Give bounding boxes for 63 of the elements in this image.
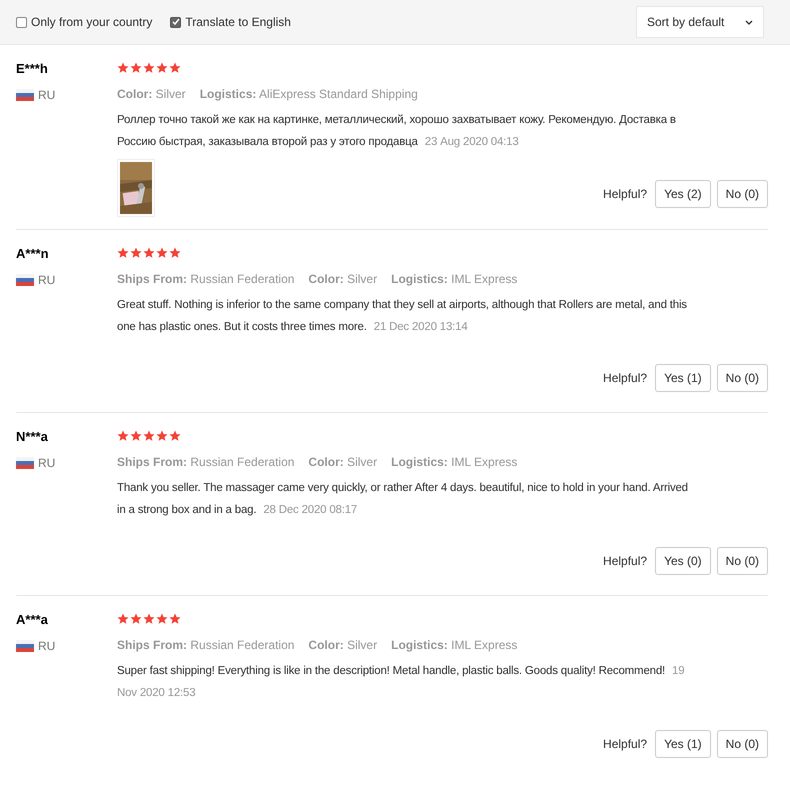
product-attribute: Color: Silver bbox=[117, 87, 186, 101]
star-icon bbox=[130, 247, 142, 259]
product-attribute: Logistics: AliExpress Standard Shipping bbox=[200, 87, 418, 101]
product-attribute: Logistics: IML Express bbox=[391, 455, 518, 469]
review-text: Super fast shipping! Everything is like in the description! Metal handle, plastic balls. Goods quality! Recommend! 19 Nov 2020 12:53 bbox=[117, 664, 686, 701]
star-icon bbox=[130, 613, 142, 625]
product-attribute: Logistics: IML Express bbox=[391, 272, 518, 286]
star-icon bbox=[169, 247, 181, 259]
yes-button[interactable]: Yes (1) bbox=[655, 364, 711, 392]
helpful-label: Helpful? bbox=[603, 371, 648, 385]
reviewer-name: N***a bbox=[16, 429, 49, 444]
yes-button[interactable]: Yes (0) bbox=[655, 547, 711, 575]
review-text: Thank you seller. The massager came very quickly, or rather After 4 days. beautiful, nice to hold in your hand. Arrived in a strong box and in a bag. 28 Dec 2020 08:17 bbox=[117, 481, 689, 518]
yes-button[interactable]: Yes (2) bbox=[655, 180, 711, 208]
product-attribute: Ships From: Russian Federation bbox=[117, 272, 294, 286]
yes-button[interactable]: Yes (1) bbox=[655, 730, 711, 758]
star-icon bbox=[117, 430, 129, 442]
star-icon bbox=[156, 247, 168, 259]
russia-flag-icon bbox=[16, 89, 34, 101]
review-text: Great stuff. Nothing is inferior to the same company that they sell at airports, although that Rollers are metal, and this one has plastic ones. But it costs three times more. 21 Dec 2020 13:14 bbox=[117, 298, 688, 335]
product-attribute: Ships From: Russian Federation bbox=[117, 455, 294, 469]
star-icon bbox=[143, 247, 155, 259]
product-attribute: Ships From: Russian Federation bbox=[117, 638, 294, 652]
star-icon bbox=[117, 247, 129, 259]
reviewer-name: A***n bbox=[16, 246, 50, 261]
russia-flag-icon bbox=[16, 457, 34, 469]
country-code: RU bbox=[38, 456, 56, 470]
star-icon bbox=[143, 430, 155, 442]
chevron-down-icon bbox=[745, 20, 753, 24]
product-attribute: Logistics: IML Express bbox=[391, 638, 518, 652]
no-button[interactable]: No (0) bbox=[716, 364, 768, 392]
no-button[interactable]: No (0) bbox=[716, 180, 768, 208]
star-icon bbox=[117, 62, 129, 74]
product-attribute: Color: Silver bbox=[308, 638, 378, 652]
star-icon bbox=[156, 430, 168, 442]
checkbox-icon[interactable] bbox=[170, 16, 182, 28]
product-attribute: Color: Silver bbox=[308, 455, 378, 469]
review-text: Роллер точно такой же как на картинке, металлический, хорошо захватывает кожу. Рекомендую. Доставка в Россию быстрая, заказывала второй раз у этого продавца 23 Aug 2020 04:13 bbox=[117, 113, 677, 150]
product-attribute: Color: Silver bbox=[308, 272, 378, 286]
star-icon bbox=[130, 430, 142, 442]
star-icon bbox=[130, 62, 142, 74]
country-code: RU bbox=[38, 639, 56, 653]
russia-flag-icon bbox=[16, 640, 34, 652]
star-icon bbox=[143, 613, 155, 625]
star-icon bbox=[143, 62, 155, 74]
russia-flag-icon bbox=[16, 274, 34, 286]
checkbox-icon[interactable] bbox=[16, 16, 27, 28]
star-icon bbox=[169, 430, 181, 442]
star-icon bbox=[156, 613, 168, 625]
helpful-label: Helpful? bbox=[603, 737, 648, 751]
star-icon bbox=[169, 62, 181, 74]
no-button[interactable]: No (0) bbox=[716, 547, 768, 575]
reviewer-name: A***a bbox=[16, 612, 49, 627]
country-code: RU bbox=[38, 88, 56, 102]
helpful-label: Helpful? bbox=[603, 187, 648, 201]
star-icon bbox=[169, 613, 181, 625]
helpful-label: Helpful? bbox=[603, 554, 648, 568]
sort-dropdown[interactable]: Sort by default bbox=[636, 6, 764, 38]
no-button[interactable]: No (0) bbox=[716, 730, 768, 758]
reviewer-name: E***h bbox=[16, 61, 49, 76]
country-code: RU bbox=[38, 273, 56, 287]
star-icon bbox=[117, 613, 129, 625]
star-icon bbox=[156, 62, 168, 74]
